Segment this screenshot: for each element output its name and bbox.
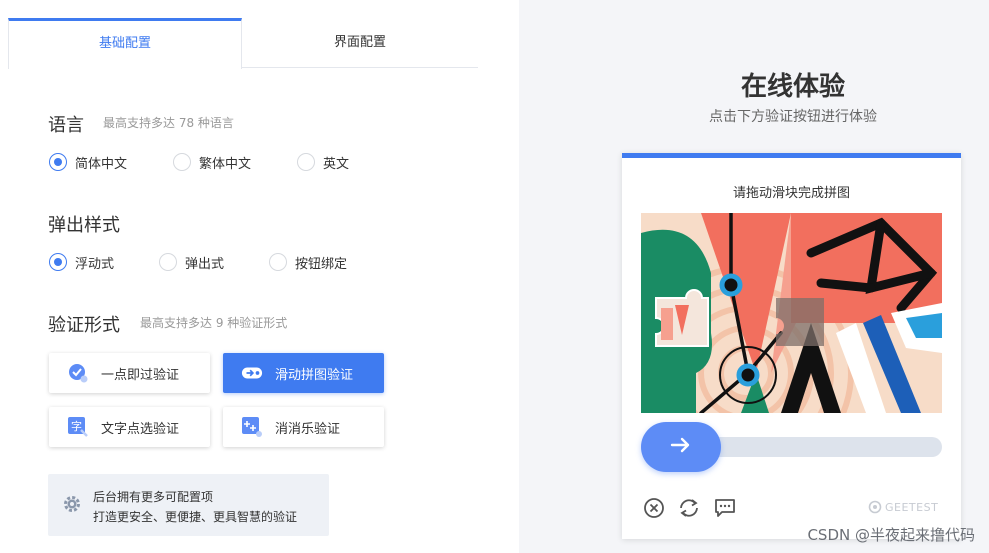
sparkle-icon — [241, 416, 263, 438]
button-label: 消消乐验证 — [275, 421, 341, 437]
radio-label: 弹出式 — [185, 256, 225, 272]
button-label: 文字点选验证 — [101, 421, 180, 437]
puzzle-image — [641, 213, 942, 413]
refresh-icon[interactable] — [677, 496, 701, 520]
match-game-verify-button[interactable]: 消消乐验证 — [223, 407, 384, 447]
verify-form-title: 验证形式 — [48, 315, 120, 336]
feedback-icon[interactable] — [713, 496, 737, 520]
more-config-info: 后台拥有更多可配置项 打造更安全、更便捷、更具智慧的验证 — [48, 474, 329, 536]
verify-form-hint: 最高支持多达 9 种验证形式 — [140, 316, 288, 330]
watermark: CSDN @半夜起来撸代码 — [807, 526, 975, 544]
captcha-widget: 请拖动滑块完成拼图 GEETEST — [622, 153, 961, 539]
radio-traditional-chinese[interactable]: 繁体中文 — [173, 152, 251, 172]
radio-dot — [49, 253, 67, 271]
radio-dot — [173, 153, 191, 171]
text-click-verify-button[interactable]: 字 文字点选验证 — [49, 407, 210, 447]
geetest-logo-icon — [868, 500, 882, 514]
radio-dot — [159, 253, 177, 271]
radio-label: 简体中文 — [75, 156, 128, 172]
language-hint: 最高支持多达 78 种语言 — [103, 116, 234, 130]
brand-name: GEETEST — [885, 500, 939, 514]
popup-style-title: 弹出样式 — [48, 215, 120, 236]
arrow-right-icon — [670, 437, 692, 457]
radio-dot — [49, 153, 67, 171]
radio-dot — [269, 253, 287, 271]
info-line-2: 打造更安全、更便捷、更具智慧的验证 — [93, 510, 298, 524]
radio-dot — [297, 153, 315, 171]
geetest-logo: GEETEST — [868, 500, 938, 514]
radio-english[interactable]: 英文 — [297, 152, 349, 172]
preview-title: 在线体验 — [740, 72, 845, 102]
text-char-icon: 字 — [67, 416, 89, 438]
info-line-1: 后台拥有更多可配置项 — [93, 490, 214, 504]
language-title: 语言 — [48, 115, 84, 136]
button-label: 滑动拼图验证 — [275, 367, 354, 383]
preview-panel: 在线体验 点击下方验证按钮进行体验 请拖动滑块完成拼图 GEETEST — [519, 0, 989, 553]
close-icon[interactable] — [642, 496, 666, 520]
button-label: 一点即过验证 — [101, 367, 180, 383]
radio-label: 浮动式 — [75, 256, 115, 272]
slide-puzzle-verify-button[interactable]: 滑动拼图验证 — [223, 353, 384, 393]
radio-popup[interactable]: 弹出式 — [159, 252, 224, 272]
tab-basic-config[interactable]: 基础配置 — [8, 18, 242, 69]
radio-label: 繁体中文 — [199, 156, 252, 172]
tab-ui-config[interactable]: 界面配置 — [242, 18, 478, 68]
config-tabs: 基础配置 界面配置 — [8, 18, 478, 69]
preview-subtitle: 点击下方验证按钮进行体验 — [709, 109, 877, 125]
radio-simplified-chinese[interactable]: 简体中文 — [49, 152, 127, 172]
slider-handle[interactable] — [641, 422, 721, 472]
radio-label: 英文 — [323, 156, 350, 172]
slide-icon — [241, 362, 263, 384]
radio-button-bind[interactable]: 按钮绑定 — [269, 252, 347, 272]
one-click-verify-button[interactable]: 一点即过验证 — [49, 353, 210, 393]
check-shield-icon — [67, 362, 89, 384]
captcha-prompt: 请拖动滑块完成拼图 — [732, 186, 850, 201]
gear-icon — [62, 494, 82, 518]
radio-label: 按钮绑定 — [295, 256, 348, 272]
config-panel: 基础配置 界面配置 语言 最高支持多达 78 种语言 简体中文 繁体中文 英文 … — [0, 0, 519, 553]
radio-float[interactable]: 浮动式 — [49, 252, 114, 272]
